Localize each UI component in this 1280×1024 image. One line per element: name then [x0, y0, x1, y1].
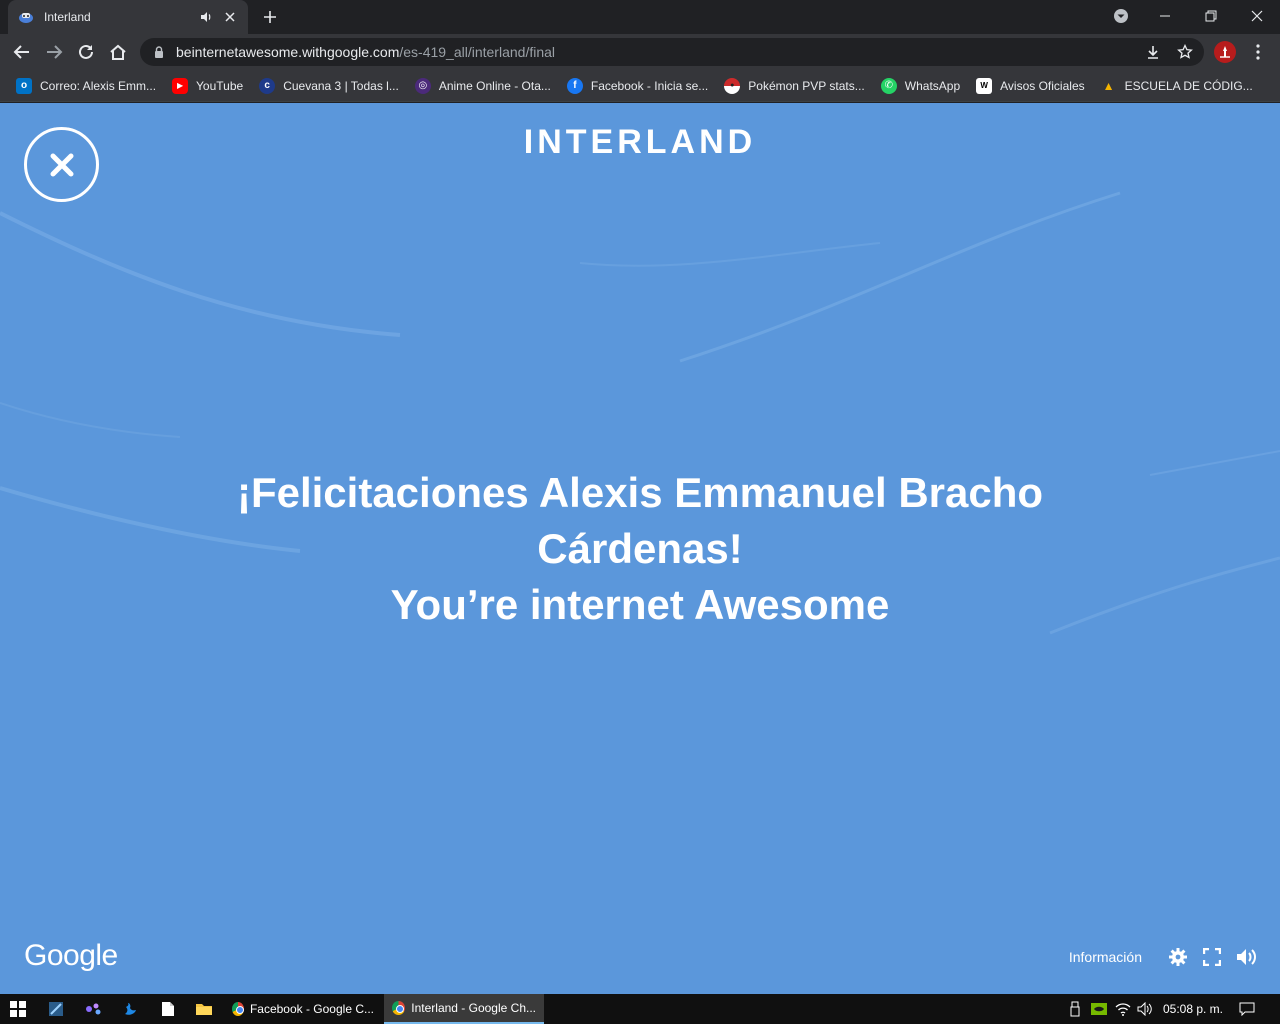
footer-controls: Información: [1069, 945, 1258, 969]
taskbar-app-label: Facebook - Google C...: [249, 1002, 374, 1016]
back-button[interactable]: [8, 38, 36, 66]
file-explorer-icon[interactable]: [186, 994, 222, 1024]
bookmark-star-icon[interactable]: [1172, 38, 1198, 66]
nvidia-icon[interactable]: [1088, 994, 1110, 1024]
anime-icon: ◎: [414, 77, 431, 94]
message-line-1: ¡Felicitaciones Alexis Emmanuel Bracho: [236, 469, 1044, 516]
bookmark-facebook[interactable]: f Facebook - Inicia se...: [561, 72, 714, 100]
taskbar-app-facebook[interactable]: Facebook - Google C...: [224, 994, 382, 1024]
home-button[interactable]: [104, 38, 132, 66]
bookmark-anime[interactable]: ◎ Anime Online - Ota...: [409, 72, 557, 100]
bookmarks-bar: o Correo: Alexis Emm... ▶ YouTube c Cuevana…: [0, 70, 1280, 102]
wix-icon: W: [976, 77, 993, 94]
taskbar-clock[interactable]: 05:08 p. m.: [1156, 994, 1230, 1024]
bookmark-label: Facebook - Inicia se...: [590, 78, 709, 93]
tab-search-icon[interactable]: [1098, 0, 1144, 32]
bookmark-label: Correo: Alexis Emm...: [40, 78, 157, 93]
bookmark-cuevana[interactable]: c Cuevana 3 | Todas l...: [253, 72, 405, 100]
interland-favicon-icon: [18, 9, 34, 25]
url-host: beinternetawesome.withgoogle.com: [176, 44, 400, 60]
window-close-button[interactable]: [1234, 0, 1280, 32]
taskbar-app-label: Interland - Google Ch...: [411, 1001, 536, 1015]
pokeball-icon: ●: [724, 77, 741, 94]
sound-icon[interactable]: [1234, 945, 1258, 969]
taskbar-app-interland[interactable]: Interland - Google Ch...: [384, 994, 544, 1024]
settings-gear-icon[interactable]: [1166, 945, 1190, 969]
swan-app-icon[interactable]: [112, 994, 148, 1024]
reload-button[interactable]: [72, 38, 100, 66]
interland-logo: INTERLAND: [523, 123, 757, 161]
address-bar[interactable]: beinternetawesome.withgoogle.com/es-419_…: [140, 38, 1204, 66]
whatsapp-icon: ✆: [880, 77, 897, 94]
file-icon[interactable]: [150, 994, 186, 1024]
browser-menu-icon[interactable]: [1248, 40, 1268, 64]
tab-interland[interactable]: Interland: [8, 0, 248, 34]
google-logo: Google: [24, 939, 118, 972]
bookmark-label: Anime Online - Ota...: [438, 78, 551, 93]
facebook-icon: f: [566, 77, 583, 94]
bookmark-youtube[interactable]: ▶ YouTube: [166, 72, 249, 100]
wifi-icon[interactable]: [1112, 994, 1134, 1024]
app-icon-dots[interactable]: [76, 994, 112, 1024]
forward-button[interactable]: [40, 38, 68, 66]
outlook-icon: o: [16, 77, 32, 94]
bookmark-wix[interactable]: W Avisos Oficiales: [970, 72, 1090, 100]
bookmark-label: Cuevana 3 | Todas l...: [283, 78, 399, 93]
close-icon: [50, 153, 73, 176]
close-button[interactable]: [24, 127, 99, 202]
windows-start-icon[interactable]: [0, 994, 36, 1024]
tab-strip: Interland: [0, 0, 1280, 34]
bookmark-escuela[interactable]: ▲ ESCUELA DE CÓDIG...: [1095, 72, 1259, 100]
restore-button[interactable]: [1188, 0, 1234, 32]
info-link[interactable]: Información: [1069, 949, 1142, 965]
bookmark-label: Avisos Oficiales: [1000, 78, 1085, 93]
bookmark-whatsapp[interactable]: ✆ WhatsApp: [875, 72, 966, 100]
tab-close-icon[interactable]: [222, 9, 238, 25]
sketch-app-icon[interactable]: [38, 994, 74, 1024]
bookmark-pokemon[interactable]: ● Pokémon PVP stats...: [718, 72, 871, 100]
download-icon[interactable]: [1140, 38, 1166, 66]
cuevana-icon: c: [259, 77, 276, 94]
tab-audio-icon[interactable]: [198, 9, 214, 25]
minimize-button[interactable]: [1142, 0, 1188, 32]
youtube-icon: ▶: [172, 77, 189, 94]
windows-taskbar: Facebook - Google C... Interland - Googl…: [0, 994, 1280, 1024]
volume-icon[interactable]: [1134, 994, 1156, 1024]
message-line-2: Cárdenas!: [537, 525, 743, 572]
google-drive-icon: ▲: [1102, 78, 1115, 93]
tab-title: Interland: [44, 10, 91, 24]
chrome-icon: [392, 1001, 406, 1015]
congratulations-message: ¡Felicitaciones Alexis Emmanuel Bracho C…: [140, 465, 1140, 633]
bookmark-outlook[interactable]: o Correo: Alexis Emm...: [10, 72, 162, 100]
browser-toolbar: beinternetawesome.withgoogle.com/es-419_…: [0, 34, 1280, 70]
message-line-3: You’re internet Awesome: [390, 581, 890, 628]
bookmark-label: WhatsApp: [904, 78, 961, 93]
fullscreen-icon[interactable]: [1200, 945, 1224, 969]
new-tab-button[interactable]: [258, 6, 282, 28]
bookmark-label: ESCUELA DE CÓDIG...: [1124, 78, 1253, 93]
chrome-icon: [232, 1002, 244, 1016]
notifications-icon[interactable]: [1236, 994, 1258, 1024]
bookmark-label: Pokémon PVP stats...: [748, 78, 865, 93]
url-path: /es-419_all/interland/final: [399, 44, 556, 60]
usb-icon[interactable]: [1064, 994, 1086, 1024]
interland-page: INTERLAND ¡Felicitaciones Alexis Emmanue…: [0, 103, 1280, 994]
profile-avatar-icon[interactable]: [1214, 41, 1236, 63]
lock-icon[interactable]: [152, 45, 166, 59]
bookmark-label: YouTube: [196, 78, 244, 93]
